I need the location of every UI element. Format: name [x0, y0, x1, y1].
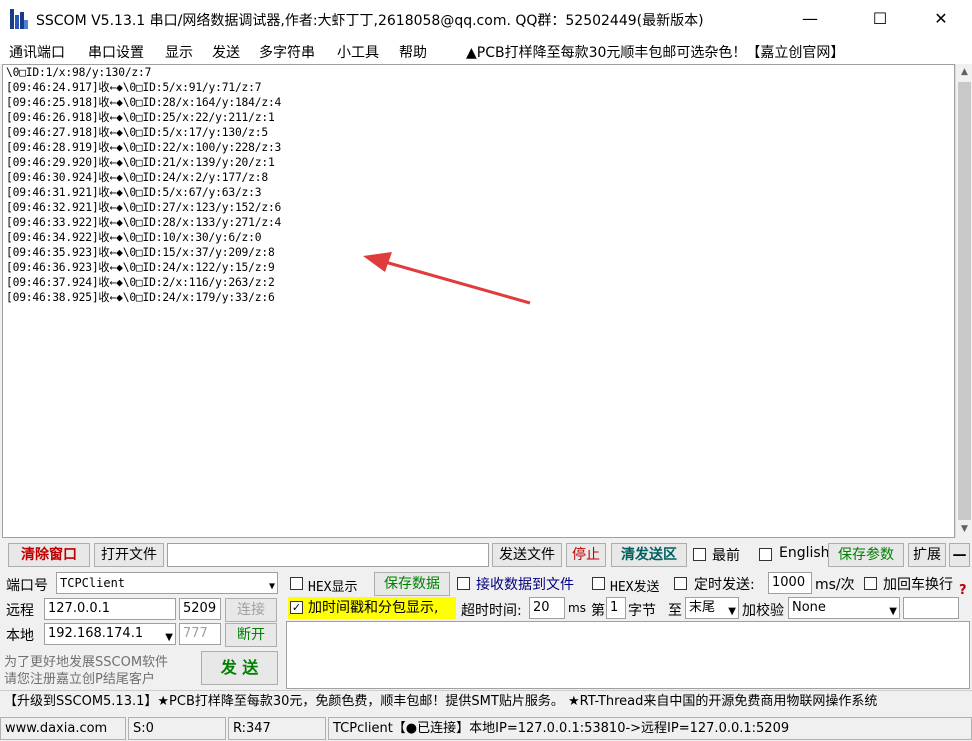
checksum-value: None [792, 600, 826, 615]
hex-display-label: HEX显示 [308, 580, 358, 595]
timed-send-checkbox[interactable] [674, 577, 687, 590]
remote-ip-input[interactable]: 127.0.0.1 [44, 598, 176, 620]
save-data-button[interactable]: 保存数据 [374, 572, 450, 596]
chevron-down-icon[interactable]: ▼ [728, 602, 736, 618]
hex-send-checkbox[interactable] [592, 577, 605, 590]
extra-input[interactable] [903, 597, 959, 619]
collapse-button[interactable]: — [949, 543, 970, 567]
open-file-button[interactable]: 打开文件 [94, 543, 164, 567]
to-label: 至 [668, 603, 682, 619]
hex-send-label: HEX发送 [610, 580, 660, 595]
local-label: 本地 [6, 628, 34, 644]
port-label: 端口号 [6, 578, 48, 594]
connection-panel: 端口号 TCPClient ▼ 远程 127.0.0.1 5209 连接 本地 … [0, 569, 284, 689]
ad-text-line-2: 请您注册嘉立创P结尾客户 [4, 672, 155, 687]
send-file-button[interactable]: 发送文件 [492, 543, 562, 567]
status-sent-count: S:0 [128, 717, 226, 740]
timeout-unit: ms [568, 601, 586, 615]
checksum-label: 加校验 [742, 603, 784, 619]
status-bar: www.daxia.com S:0 R:347 TCPclient【●已连接】本… [0, 716, 972, 741]
chevron-down-icon[interactable]: ▼ [889, 602, 897, 618]
timestamp-checkbox[interactable]: ✓ [290, 601, 303, 614]
english-checkbox[interactable] [759, 548, 772, 561]
local-ip-value: 192.168.174.1 [48, 626, 144, 641]
remote-label: 远程 [6, 603, 34, 619]
chevron-down-icon[interactable]: ▼ [269, 577, 275, 593]
connect-button[interactable]: 连接 [225, 598, 277, 622]
byte-label-suffix: 字节 [628, 603, 656, 619]
byte-label-prefix: 第 [591, 603, 605, 619]
help-icon[interactable]: ? [959, 583, 967, 598]
save-params-button[interactable]: 保存参数 [828, 543, 904, 567]
timeout-label: 超时时间: [461, 603, 522, 619]
english-label: English [779, 545, 830, 561]
recv-to-file-label[interactable]: 接收数据到文件 [476, 574, 574, 594]
action-toolbar: 清除窗口 打开文件 发送文件 停止 清发送区 最前 English 保存参数 扩… [0, 541, 972, 569]
annotation-arrow-head [363, 252, 392, 272]
recv-to-file-checkbox[interactable] [457, 577, 470, 590]
clear-send-button[interactable]: 清发送区 [611, 543, 687, 567]
topmost-checkbox[interactable] [693, 548, 706, 561]
timestamp-label: 加时间戳和分包显示, [308, 600, 439, 616]
status-received-count: R:347 [228, 717, 326, 740]
local-port-input[interactable]: 777 [179, 623, 221, 645]
hex-display-checkbox[interactable] [290, 577, 303, 590]
timed-send-label: 定时发送: [694, 577, 755, 593]
send-textarea[interactable] [286, 621, 970, 689]
end-select[interactable]: 末尾 ▼ [685, 597, 739, 619]
end-value: 末尾 [689, 600, 716, 615]
promo-banner[interactable]: 【升级到SSCOM5.13.1】★PCB打样降至每款30元，免颜色费，顺丰包邮！… [0, 690, 972, 714]
interval-unit: ms/次 [815, 577, 855, 593]
port-value: TCPClient [60, 576, 126, 590]
port-select[interactable]: TCPClient ▼ [56, 572, 278, 594]
add-newline-checkbox[interactable] [864, 577, 877, 590]
remote-port-input[interactable]: 5209 [179, 598, 221, 620]
byte-index-input[interactable]: 1 [606, 597, 626, 619]
add-newline-label: 加回车换行 [883, 577, 953, 593]
timeout-input[interactable]: 20 [529, 597, 565, 619]
expand-button[interactable]: 扩展 [908, 543, 946, 567]
file-path-input[interactable] [167, 543, 489, 567]
topmost-label: 最前 [712, 548, 740, 564]
annotation-arrow-shaft [384, 260, 531, 305]
status-website[interactable]: www.daxia.com [0, 717, 126, 740]
status-connection: TCPclient【●已连接】本地IP=127.0.0.1:53810->远程I… [328, 717, 972, 740]
send-button[interactable]: 发 送 [201, 651, 278, 685]
clear-window-button[interactable]: 清除窗口 [8, 543, 90, 567]
disconnect-button[interactable]: 断开 [225, 623, 277, 647]
local-ip-select[interactable]: 192.168.174.1 ▼ [44, 623, 176, 645]
chevron-down-icon[interactable]: ▼ [165, 628, 173, 644]
interval-input[interactable]: 1000 [768, 572, 812, 594]
checksum-select[interactable]: None ▼ [788, 597, 900, 619]
stop-button[interactable]: 停止 [566, 543, 606, 567]
timestamp-option: 加时间戳和分包显示, [288, 597, 456, 619]
